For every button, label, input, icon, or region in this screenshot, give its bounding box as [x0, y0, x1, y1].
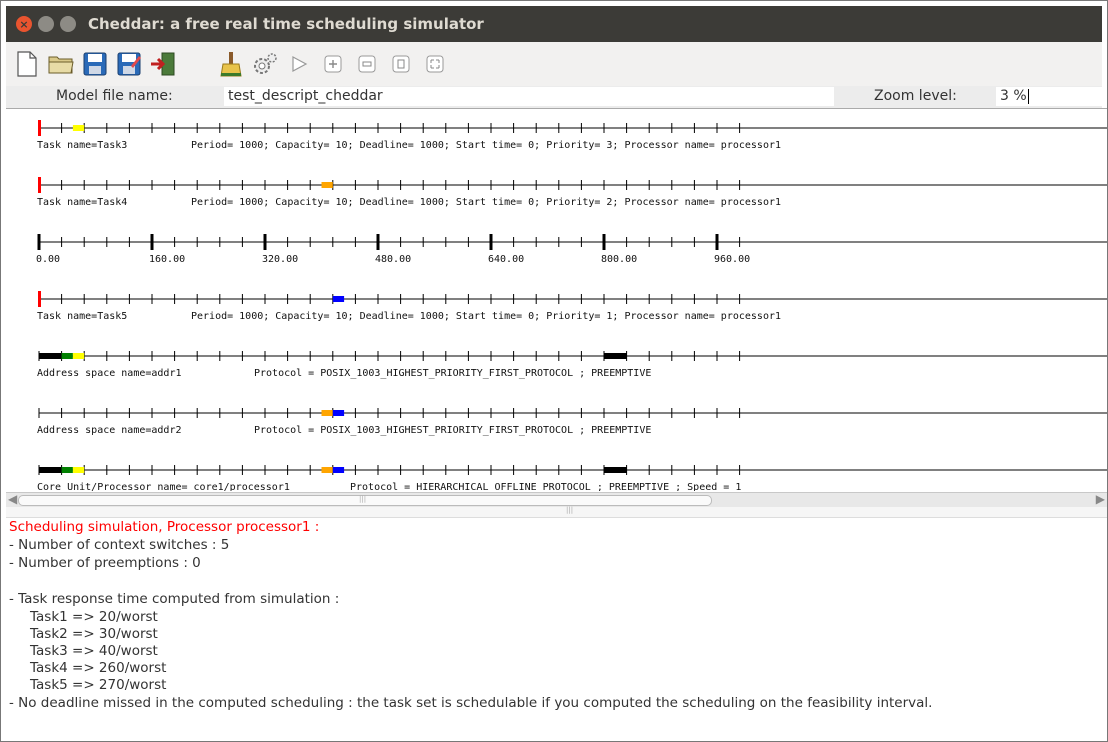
execution-block [72, 467, 85, 473]
model-file-label: Model file name: [56, 88, 173, 104]
execution-block [39, 467, 62, 473]
open-folder-icon[interactable] [48, 51, 74, 77]
run-icon[interactable] [286, 51, 312, 77]
title-bar: × Cheddar: a free real time scheduling s… [6, 6, 1102, 42]
zoom-level-value: 3 % [1000, 88, 1027, 104]
deadline-marker [38, 291, 41, 307]
zoom-out-icon[interactable] [354, 51, 380, 77]
major-tick [489, 234, 493, 250]
major-tick [150, 234, 154, 250]
app-window: × Cheddar: a free real time scheduling s… [0, 0, 1108, 742]
response-line: Task1 => 20/worst [30, 609, 158, 625]
major-tick [37, 234, 41, 250]
output-heading: Scheduling simulation, Processor process… [9, 519, 320, 535]
execution-block [604, 467, 627, 473]
axis-tick-label: 320.00 [262, 254, 298, 265]
row-label: Address space name=addr2 [37, 425, 182, 436]
execution-block [321, 182, 333, 188]
execution-block [72, 353, 85, 359]
axis-tick-label: 0.00 [36, 254, 60, 265]
major-tick [602, 234, 606, 250]
axis-tick-label: 960.00 [714, 254, 750, 265]
response-heading: - Task response time computed from simul… [9, 591, 340, 607]
toolbar [6, 42, 1102, 86]
context-switches-line: - Number of context switches : 5 [9, 537, 230, 553]
conclusion-line: - No deadline missed in the computed sch… [9, 695, 933, 711]
timeline-svg: Task name=Task3 Period= 1000; Capacity= 1… [36, 120, 1107, 491]
row-details: Protocol = POSIX_1003_HIGHEST_PRIORITY_F… [254, 425, 651, 436]
minimize-icon[interactable] [38, 16, 54, 32]
response-line: Task2 => 30/worst [30, 626, 158, 642]
model-info-bar: Model file name: test_descript_cheddar Z… [6, 86, 1104, 108]
execution-block [332, 410, 345, 416]
axis-tick-label: 480.00 [375, 254, 411, 265]
execution-block [604, 353, 627, 359]
row-label: Task name=Task3 [37, 140, 127, 151]
simulation-output: Scheduling simulation, Processor process… [6, 519, 1106, 741]
zoom-level-field[interactable]: 3 % [996, 87, 1104, 106]
deadline-marker [38, 120, 41, 136]
row-label: Address space name=addr1 [37, 368, 182, 379]
zoom-fit-icon[interactable] [422, 51, 448, 77]
row-label: Core Unit/Processor name= core1/processo… [37, 482, 290, 491]
close-icon[interactable]: × [16, 16, 32, 32]
preemptions-line: - Number of preemptions : 0 [9, 555, 201, 571]
response-line: Task5 => 270/worst [30, 677, 167, 693]
row-details: Period= 1000; Capacity= 10; Deadline= 10… [191, 311, 781, 322]
scrollbar-thumb[interactable]: ||| [18, 495, 712, 506]
horizontal-scrollbar[interactable]: ◀ ||| ▶ [6, 492, 1107, 508]
execution-block [332, 467, 345, 473]
execution-block [61, 467, 73, 473]
execution-block [39, 353, 62, 359]
execution-block [72, 125, 85, 131]
row-details: Period= 1000; Capacity= 10; Deadline= 10… [191, 140, 781, 151]
axis-tick-label: 640.00 [488, 254, 524, 265]
zoom-level-label: Zoom level: [874, 88, 957, 104]
row-details: Period= 1000; Capacity= 10; Deadline= 10… [191, 197, 781, 208]
window-title: Cheddar: a free real time scheduling sim… [88, 15, 484, 33]
major-tick [376, 234, 380, 250]
row-details: Protocol = POSIX_1003_HIGHEST_PRIORITY_F… [254, 368, 651, 379]
execution-block [61, 353, 73, 359]
text-caret [1027, 88, 1029, 104]
response-line: Task3 => 40/worst [30, 643, 158, 659]
row-label: Task name=Task4 [37, 197, 127, 208]
response-line: Task4 => 260/worst [30, 660, 167, 676]
row-details: Protocol = HIERARCHICAL_OFFLINE_PROTOCOL… [350, 482, 741, 491]
pane-splitter[interactable]: ||| [6, 506, 1107, 518]
axis-tick-label: 160.00 [149, 254, 185, 265]
major-tick [715, 234, 719, 250]
execution-block [321, 410, 333, 416]
clear-icon[interactable] [218, 51, 244, 77]
execution-block [321, 467, 333, 473]
scroll-right-icon[interactable]: ▶ [1096, 492, 1105, 506]
axis-tick-label: 800.00 [601, 254, 637, 265]
zoom-in-icon[interactable] [320, 51, 346, 77]
settings-icon[interactable] [252, 51, 278, 77]
new-file-icon[interactable] [14, 51, 40, 77]
maximize-icon[interactable] [60, 16, 76, 32]
scheduling-timeline[interactable]: Task name=Task3 Period= 1000; Capacity= 1… [6, 108, 1107, 491]
scroll-left-icon[interactable]: ◀ [8, 492, 17, 506]
model-file-field[interactable]: test_descript_cheddar [224, 87, 834, 106]
zoom-reset-icon[interactable] [388, 51, 414, 77]
save-icon[interactable] [82, 51, 108, 77]
major-tick [263, 234, 267, 250]
execution-block [332, 296, 345, 302]
deadline-marker [38, 177, 41, 193]
exit-icon[interactable] [150, 51, 176, 77]
save-as-icon[interactable] [116, 51, 142, 77]
row-label: Task name=Task5 [37, 311, 127, 322]
